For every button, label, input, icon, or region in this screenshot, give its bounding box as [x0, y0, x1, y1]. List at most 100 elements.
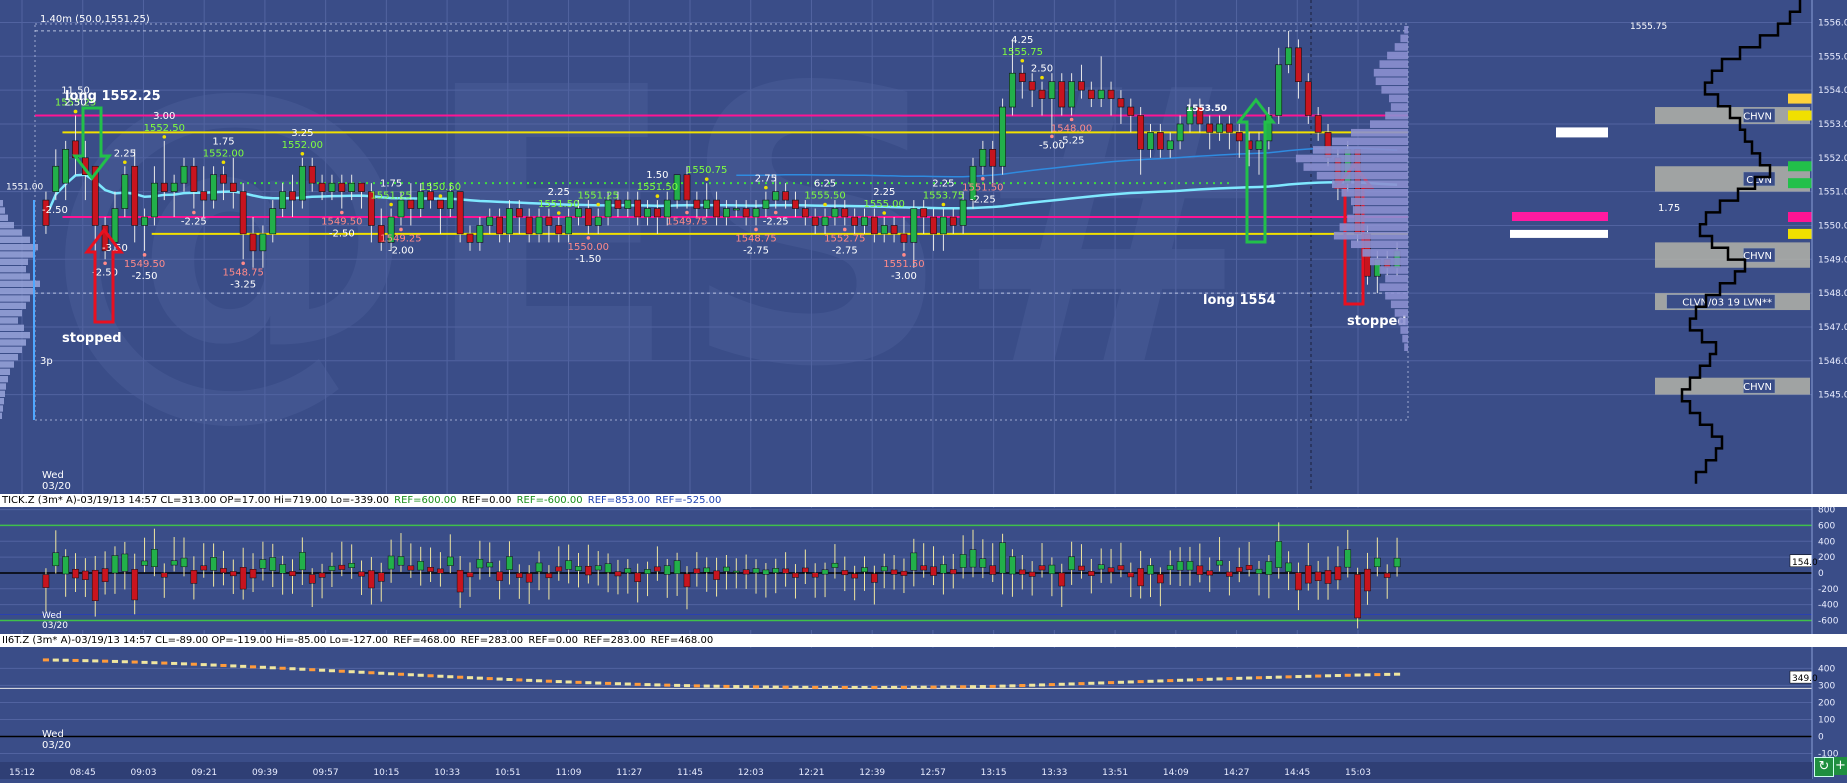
- trin-axis-label: 300: [1818, 681, 1835, 691]
- trin-bar: [486, 677, 493, 681]
- trin-bar: [545, 679, 552, 683]
- trin-bar: [555, 680, 562, 684]
- tick-bar: [299, 552, 306, 571]
- tick-bar: [269, 557, 277, 571]
- pivot-high-range: 1.75: [380, 179, 402, 190]
- price-tag-marker: [1788, 161, 1812, 172]
- pivot-low-price: 1548.75: [735, 233, 776, 244]
- tick-bar: [545, 573, 553, 579]
- candle-body: [594, 216, 602, 226]
- time-axis-label: 10:15: [373, 768, 399, 778]
- pivot-dot: [902, 253, 906, 257]
- tick-bar: [594, 565, 602, 571]
- trin-bar: [565, 680, 572, 684]
- trin-bar: [1078, 682, 1085, 686]
- trin-bar: [1394, 672, 1401, 676]
- candle-body: [62, 149, 70, 184]
- candle-body: [1028, 81, 1036, 91]
- trin-bar: [1255, 676, 1263, 680]
- right-volume-bar: [1362, 249, 1408, 257]
- trin-bar: [831, 685, 838, 689]
- pivot-high-range: 2.25: [548, 187, 570, 198]
- left-volume-bar: [0, 214, 8, 221]
- tick-current-value: 154.0: [1792, 558, 1818, 568]
- left-volume-bar: [0, 332, 30, 339]
- price-axis-label: 1554.00: [1818, 86, 1847, 96]
- pivot-high-range: 2.50: [1031, 64, 1053, 75]
- tick-bar: [713, 570, 720, 580]
- tick-bar: [506, 556, 513, 570]
- chart-canvas[interactable]: @ES# 1553.2511.502.502.251552.503.001552…: [0, 0, 1847, 779]
- trin-bar: [1177, 678, 1184, 682]
- trin-bar: [1265, 675, 1272, 679]
- add-icon[interactable]: +: [1834, 757, 1847, 775]
- pivot-low-price: 1549.50: [124, 259, 165, 270]
- pivot-dot: [192, 210, 196, 215]
- tick-bar: [308, 574, 316, 584]
- tick-bar: [673, 560, 681, 574]
- candle-body: [397, 199, 405, 218]
- pivot-dot: [842, 227, 847, 232]
- trin-bar: [851, 685, 858, 689]
- time-axis-label: 13:15: [981, 768, 1007, 778]
- tick-bar: [62, 556, 69, 575]
- right-volume-bar: [1370, 120, 1408, 128]
- trin-bar: [309, 668, 316, 672]
- pivot-low-range: -2.75: [832, 245, 858, 256]
- candle-body: [535, 216, 543, 235]
- price-tag-marker: [1788, 228, 1812, 239]
- tick-axis-label: -600: [1818, 616, 1839, 626]
- candle-body: [180, 165, 188, 184]
- time-axis-label: 12:57: [920, 768, 946, 778]
- tick-bar: [802, 567, 809, 573]
- pivot-dot: [300, 151, 305, 156]
- tick-bar: [456, 569, 464, 593]
- trin-bar: [999, 684, 1006, 688]
- tick-bar: [200, 565, 208, 571]
- candle-body: [654, 208, 661, 218]
- pivot-high-price: 1552.50: [144, 123, 185, 134]
- time-axis-label: 10:33: [434, 768, 460, 778]
- left-volume-bar: [0, 288, 34, 295]
- price-tag-marker: [1788, 178, 1812, 189]
- trin-bar: [634, 682, 641, 686]
- right-volume-bar: [1404, 26, 1408, 34]
- time-axis-label: 11:45: [677, 768, 703, 778]
- candle-body: [1009, 72, 1016, 108]
- pivot-high-range: 2.25: [873, 187, 895, 198]
- trin-bar: [703, 684, 710, 688]
- refresh-icon[interactable]: ↻: [1814, 757, 1834, 777]
- candle-body: [732, 208, 740, 211]
- tick-bar: [1374, 557, 1381, 568]
- trin-bar: [861, 685, 868, 689]
- main-date-label: 03/20: [42, 481, 71, 492]
- pivot-high-price: 1555.00: [864, 199, 905, 210]
- pivot-dot: [941, 202, 946, 207]
- trin-bar: [1186, 678, 1194, 682]
- time-axis-label: 15:12: [9, 768, 35, 778]
- pivot-high-price: 1550.75: [686, 165, 727, 176]
- trin-bar: [1354, 673, 1361, 677]
- candle-body: [1206, 123, 1214, 133]
- tick-bar: [1275, 541, 1283, 568]
- trin-bar: [614, 682, 622, 686]
- pivot-high-price: 1551.25: [578, 191, 619, 202]
- tick-axis-label: 600: [1818, 521, 1835, 531]
- trin-bar: [1019, 684, 1026, 688]
- right-volume-bar: [1385, 291, 1408, 300]
- trin-bar: [1226, 677, 1233, 681]
- watermark: @ES#: [40, 7, 1272, 450]
- tick-bar: [752, 568, 760, 574]
- right-volume-bar: [1394, 309, 1408, 317]
- candle-body: [841, 208, 849, 218]
- trin-ref-1: REF=468.00: [393, 635, 456, 646]
- tick-bar: [318, 572, 326, 578]
- trin-bar: [960, 685, 967, 689]
- tick-axis-label: -400: [1818, 601, 1839, 611]
- tick-bar: [239, 567, 247, 590]
- trin-bar: [269, 666, 276, 670]
- tick-bar: [871, 573, 878, 583]
- tick-bar: [1038, 565, 1046, 571]
- right-volume-bar: [1351, 128, 1408, 137]
- tick-bar: [121, 553, 129, 572]
